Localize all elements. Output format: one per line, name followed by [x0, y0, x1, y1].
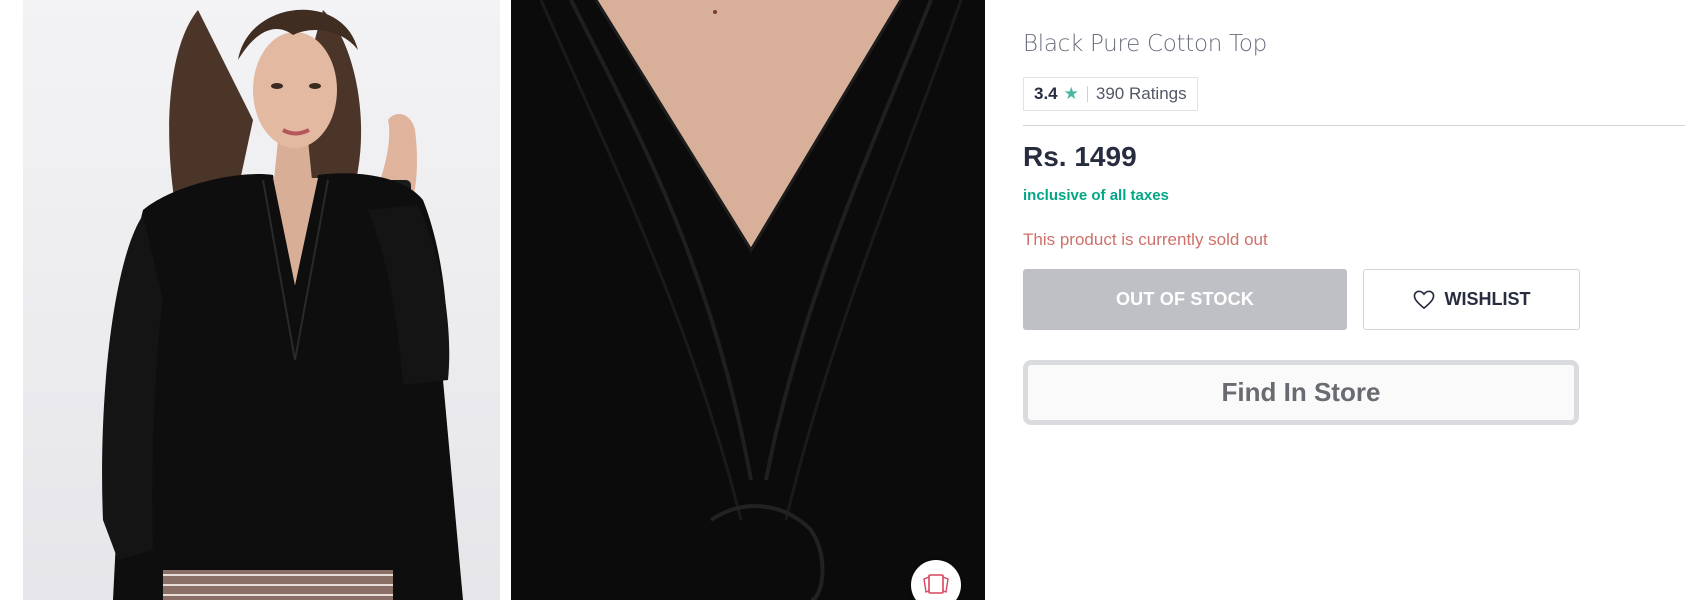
find-in-store-label: Find In Store	[1221, 377, 1381, 407]
find-in-store-button[interactable]: Find In Store	[1023, 360, 1579, 425]
tax-note: inclusive of all taxes	[1023, 187, 1169, 204]
product-image-front[interactable]	[23, 0, 500, 600]
heart-icon	[1413, 290, 1434, 309]
star-icon: ★	[1063, 84, 1079, 103]
product-title: Black Pure Cotton Top	[1023, 31, 1267, 57]
rating-summary[interactable]: 3.4 ★ 390 Ratings	[1023, 77, 1198, 111]
rating-count: 390 Ratings	[1095, 84, 1187, 103]
wishlist-label: WISHLIST	[1444, 289, 1531, 309]
section-divider	[1023, 125, 1685, 126]
rating-value: 3.4	[1034, 84, 1058, 103]
wishlist-button[interactable]: WISHLIST	[1363, 269, 1580, 330]
product-price: Rs. 1499	[1023, 141, 1137, 172]
product-image-gallery	[0, 0, 985, 600]
rating-separator	[1086, 86, 1088, 102]
out-of-stock-label: OUT OF STOCK	[1115, 289, 1255, 309]
out-of-stock-button: OUT OF STOCK	[1023, 269, 1347, 330]
stock-status-message: This product is currently sold out	[1023, 230, 1268, 249]
product-image-detail[interactable]	[511, 0, 985, 600]
model-photo-illustration	[102, 9, 463, 600]
fabric-closeup-illustration	[511, 0, 985, 600]
view-similar-icon	[923, 574, 949, 594]
product-info-panel: Black Pure Cotton Top 3.4 ★ 390 Ratings …	[1023, 0, 1685, 600]
